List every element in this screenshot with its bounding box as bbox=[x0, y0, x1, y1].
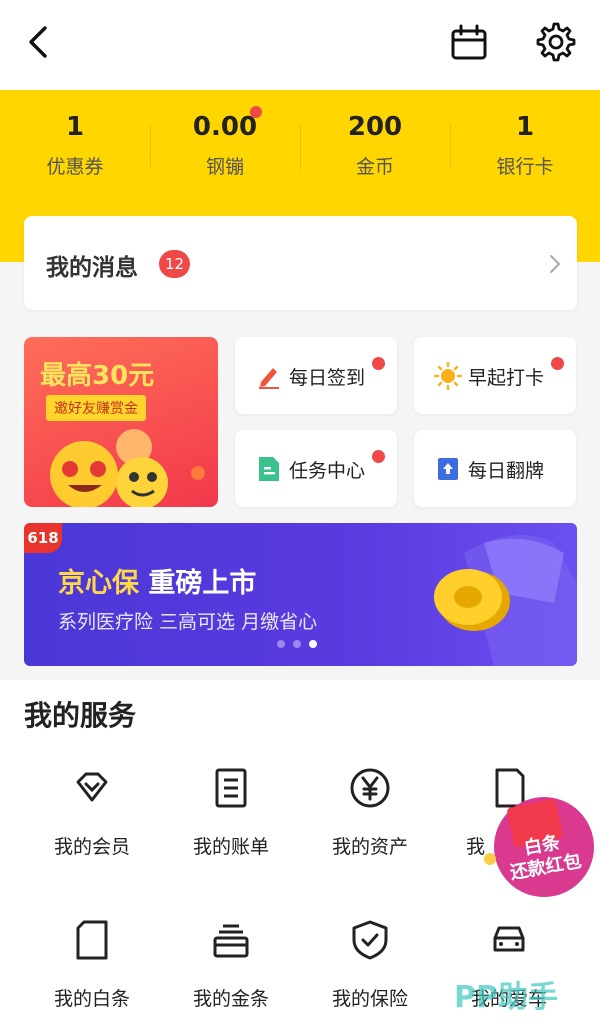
banner-title-accent: 京心保 bbox=[58, 568, 139, 599]
stat-label: 金币 bbox=[355, 156, 394, 178]
service-label: 我的资产 bbox=[331, 836, 408, 858]
service-baitiao[interactable]: 我的白条 bbox=[17, 918, 167, 1028]
service-membership[interactable]: 我的会员 bbox=[17, 766, 167, 876]
notification-dot bbox=[372, 357, 385, 370]
car-icon bbox=[493, 926, 525, 952]
pp-assistant-watermark: PP助手 bbox=[454, 980, 558, 1015]
bill-icon bbox=[215, 768, 247, 808]
carousel-dot[interactable] bbox=[277, 640, 285, 648]
diamond-icon bbox=[76, 772, 108, 802]
banner-title: 京心保 重磅上市 bbox=[58, 561, 256, 600]
stat-label: 钢镚 bbox=[205, 156, 244, 178]
notification-dot bbox=[372, 450, 385, 463]
stat-coins-steel[interactable]: 0.00 钢镚 bbox=[150, 100, 300, 190]
chevron-left-icon[interactable] bbox=[20, 22, 60, 62]
service-bill[interactable]: 我的账单 bbox=[156, 766, 306, 876]
tile-label: 每日翻牌 bbox=[468, 460, 545, 482]
card-flip-icon bbox=[438, 458, 458, 480]
stat-label: 银行卡 bbox=[496, 156, 554, 178]
service-label: 我的保险 bbox=[331, 988, 408, 1010]
service-label: 我的白条 bbox=[53, 988, 130, 1010]
tile-label: 每日签到 bbox=[289, 367, 366, 389]
carousel-dot-active[interactable] bbox=[309, 640, 317, 648]
carousel-dots bbox=[277, 640, 317, 648]
stat-label: 优惠券 bbox=[46, 156, 104, 178]
account-stats: 1 优惠券 0.00 钢镚 200 金币 1 银行卡 bbox=[0, 100, 600, 190]
gear-icon[interactable] bbox=[532, 20, 576, 64]
insurance-banner[interactable]: 618 京心保 重磅上市 系列医疗险 三高可选 月缴省心 bbox=[24, 523, 577, 666]
tile-daily-card-flip[interactable]: 每日翻牌 bbox=[414, 430, 576, 507]
unread-count-badge: 12 bbox=[159, 250, 191, 278]
tile-early-checkin[interactable]: 早起打卡 bbox=[414, 337, 576, 414]
tile-task-center[interactable]: 任务中心 bbox=[235, 430, 397, 507]
messages-title: 我的消息 bbox=[46, 255, 138, 281]
stat-value: 200 bbox=[347, 112, 403, 142]
top-bar bbox=[0, 0, 600, 90]
carousel-dot[interactable] bbox=[293, 640, 301, 648]
sun-icon bbox=[434, 362, 462, 390]
white-card-icon bbox=[76, 920, 108, 960]
stat-coupons[interactable]: 1 优惠券 bbox=[0, 100, 150, 190]
stat-value: 1 bbox=[515, 112, 535, 142]
service-label: 我的金条 bbox=[192, 988, 269, 1010]
tile-label: 任务中心 bbox=[289, 460, 366, 482]
service-label: 我的会员 bbox=[53, 836, 130, 858]
shield-icon bbox=[352, 920, 388, 960]
coin-illustration bbox=[434, 535, 577, 666]
baitiao-red-packet-float[interactable]: 白条 还款红包 bbox=[480, 785, 598, 903]
stat-gold-coins[interactable]: 200 金币 bbox=[300, 100, 450, 190]
invite-friends-promo[interactable]: 最高30元 邀好友赚赏金 bbox=[24, 337, 218, 507]
service-assets[interactable]: 我的资产 bbox=[295, 766, 445, 876]
618-tag: 618 bbox=[24, 523, 62, 553]
chevron-right-icon bbox=[550, 255, 560, 273]
stat-value: 1 bbox=[65, 112, 85, 142]
tile-daily-checkin[interactable]: 每日签到 bbox=[235, 337, 397, 414]
services-title: 我的服务 bbox=[24, 699, 137, 732]
my-messages-card[interactable]: 我的消息 12 bbox=[24, 216, 577, 310]
calendar-icon[interactable] bbox=[448, 22, 490, 64]
service-label: 我的账单 bbox=[192, 836, 269, 858]
notification-dot bbox=[551, 357, 564, 370]
notification-dot bbox=[250, 106, 262, 118]
yen-icon bbox=[350, 768, 390, 808]
emoji-illustration bbox=[50, 429, 205, 507]
service-insurance[interactable]: 我的保险 bbox=[295, 918, 445, 1028]
stat-value: 0.00 bbox=[192, 112, 258, 142]
tile-label: 早起打卡 bbox=[468, 367, 545, 389]
gold-bar-icon bbox=[213, 924, 249, 958]
banner-title-rest: 重磅上市 bbox=[139, 568, 257, 599]
banner-subtitle: 系列医疗险 三高可选 月缴省心 bbox=[58, 611, 318, 633]
document-icon bbox=[259, 457, 279, 481]
promo-title: 最高30元 bbox=[40, 361, 155, 391]
service-jintiao[interactable]: 我的金条 bbox=[156, 918, 306, 1028]
pencil-icon bbox=[259, 368, 279, 389]
stat-bank-cards[interactable]: 1 银行卡 bbox=[450, 100, 600, 190]
